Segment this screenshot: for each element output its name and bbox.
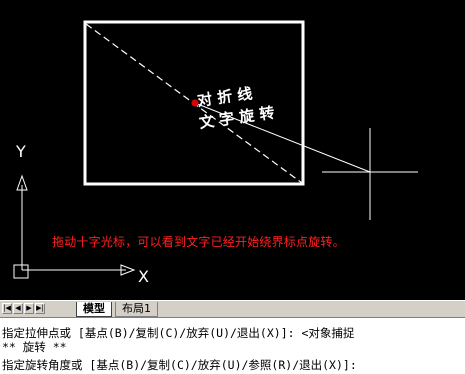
caption-text: 拖动十字光标，可以看到文字已经开始绕界标点旋转。 [52,235,345,249]
command-window[interactable]: 指定拉伸点或 [基点(B)/复制(C)/放弃(U)/退出(X)]: <对象捕捉 … [0,317,465,374]
layout-tab-bar: |◀ ◀ ▶ ▶| 模型 布局1 [0,300,465,317]
command-history-line1: 指定拉伸点或 [基点(B)/复制(C)/放弃(U)/退出(X)]: <对象捕捉 [2,326,355,340]
tab-layout1[interactable]: 布局1 [115,302,158,317]
ucs-icon: Y X [13,142,149,286]
last-icon: ▶| [36,304,44,312]
next-tab-button[interactable]: ▶ [24,303,34,314]
drawing-canvas[interactable]: 对 折 线 文 字 旋 转 Y X 拖动十字光标，可以看到文字已经开始绕界标点旋… [0,0,465,300]
ucs-x-label: X [138,267,149,286]
command-history-line2: ** 旋转 ** [2,340,67,354]
tab-model[interactable]: 模型 [76,302,112,317]
last-tab-button[interactable]: ▶| [35,303,45,314]
ucs-y-label: Y [15,142,26,161]
first-icon: |◀ [3,304,11,312]
prev-icon: ◀ [15,304,21,312]
next-icon: ▶ [26,304,32,312]
rotated-text-line1: 对 折 线 [196,84,253,110]
first-tab-button[interactable]: |◀ [2,303,12,314]
command-prompt[interactable]: 指定旋转角度或 [基点(B)/复制(C)/放弃(U)/参照(R)/退出(X)]: [2,358,357,372]
prev-tab-button[interactable]: ◀ [13,303,23,314]
drawing-area: 对 折 线 文 字 旋 转 Y X [13,20,418,286]
